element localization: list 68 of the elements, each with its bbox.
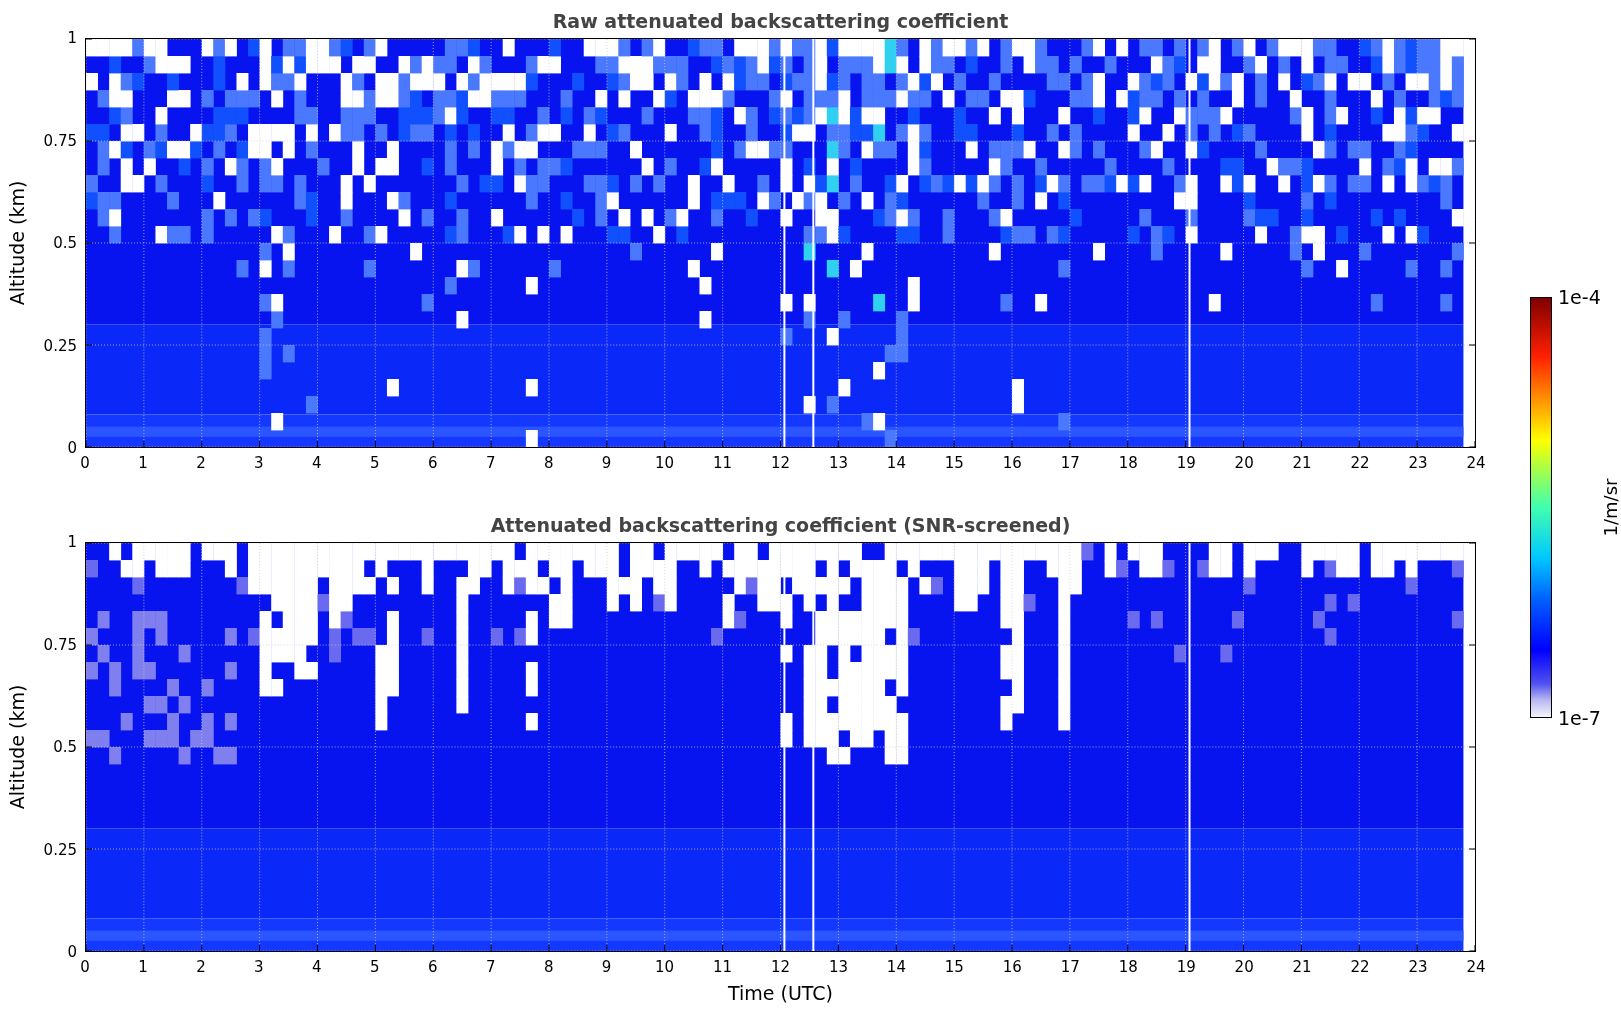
x-tick-label: 19: [1176, 454, 1196, 472]
colorbar-unit-label: 1/m/sr: [1600, 478, 1621, 537]
x-tick-label: 15: [944, 958, 964, 976]
x-tick-label: 4: [312, 958, 322, 976]
x-tick-label: 6: [428, 454, 438, 472]
x-tick-label: 20: [1234, 958, 1254, 976]
x-tick-label: 18: [1118, 454, 1138, 472]
x-tick-label: 16: [1002, 454, 1022, 472]
x-tick-label: 22: [1350, 958, 1370, 976]
x-tick-label: 12: [770, 958, 791, 976]
x-tick-label: 19: [1176, 958, 1196, 976]
x-tick-label: 12: [770, 454, 791, 472]
x-tick-label: 13: [828, 958, 848, 976]
y-tick-label: 0.75: [43, 131, 77, 150]
y-tick-label: 0: [67, 439, 77, 457]
x-tick-label: 17: [1060, 454, 1080, 472]
y-axis-label: Altitude (km): [6, 180, 28, 306]
x-axis-label: Time (UTC): [728, 982, 833, 1006]
x-tick-label: 5: [370, 454, 380, 472]
x-tick-label: 2: [196, 958, 206, 976]
y-tick-label: 0.75: [43, 635, 77, 654]
x-tick-label: 14: [886, 958, 906, 976]
x-tick-label: 1: [138, 958, 148, 976]
x-tick-label: 11: [713, 958, 733, 976]
x-tick-label: 6: [428, 958, 438, 976]
x-tick-label: 24: [1466, 958, 1486, 976]
x-tick-label: 23: [1408, 958, 1428, 976]
x-tick-label: 20: [1234, 454, 1254, 472]
y-axis-label: Altitude (km): [6, 684, 28, 810]
x-tick-label: 21: [1292, 958, 1312, 976]
x-tick-label: 22: [1350, 454, 1370, 472]
x-tick-label: 4: [312, 454, 322, 472]
x-tick-label: 24: [1466, 454, 1486, 472]
colorbar-max-label: 1e-4: [1558, 286, 1601, 308]
y-tick-label: 0: [67, 943, 77, 961]
x-tick-label: 0: [80, 454, 90, 472]
x-tick-label: 2: [196, 454, 206, 472]
x-tick-label: 1: [138, 454, 148, 472]
y-tick-label: 0.5: [53, 234, 77, 252]
y-tick-label: 0.5: [53, 738, 77, 756]
x-tick-label: 0: [80, 958, 90, 976]
x-tick-label: 21: [1292, 454, 1312, 472]
x-tick-label: 8: [543, 958, 554, 976]
x-tick-label: 13: [828, 454, 848, 472]
chart-title: Raw attenuated backscattering coefficient: [552, 10, 1009, 34]
x-tick-label: 11: [713, 454, 733, 472]
x-tick-label: 8: [543, 454, 554, 472]
x-tick-label: 3: [254, 958, 264, 976]
colorbar-min-label: 1e-7: [1558, 707, 1601, 729]
x-tick-label: 9: [601, 454, 612, 472]
x-tick-label: 10: [655, 958, 675, 976]
x-tick-label: 14: [886, 454, 906, 472]
x-tick-label: 5: [370, 958, 380, 976]
y-tick-label: 0.25: [43, 840, 77, 859]
x-tick-label: 18: [1118, 958, 1138, 976]
y-tick-label: 0.25: [43, 336, 77, 355]
x-tick-label: 23: [1408, 454, 1428, 472]
y-tick-label: 1: [67, 29, 77, 47]
x-tick-label: 17: [1060, 958, 1080, 976]
x-tick-label: 16: [1002, 958, 1022, 976]
x-tick-label: 9: [601, 958, 612, 976]
x-tick-label: 15: [944, 454, 964, 472]
x-tick-label: 7: [485, 454, 496, 472]
x-tick-label: 7: [485, 958, 496, 976]
chart-title: Attenuated backscattering coefficient (SNR-screened): [490, 514, 1071, 538]
x-tick-label: 10: [655, 454, 675, 472]
y-tick-label: 1: [67, 533, 77, 551]
x-tick-label: 3: [254, 454, 264, 472]
